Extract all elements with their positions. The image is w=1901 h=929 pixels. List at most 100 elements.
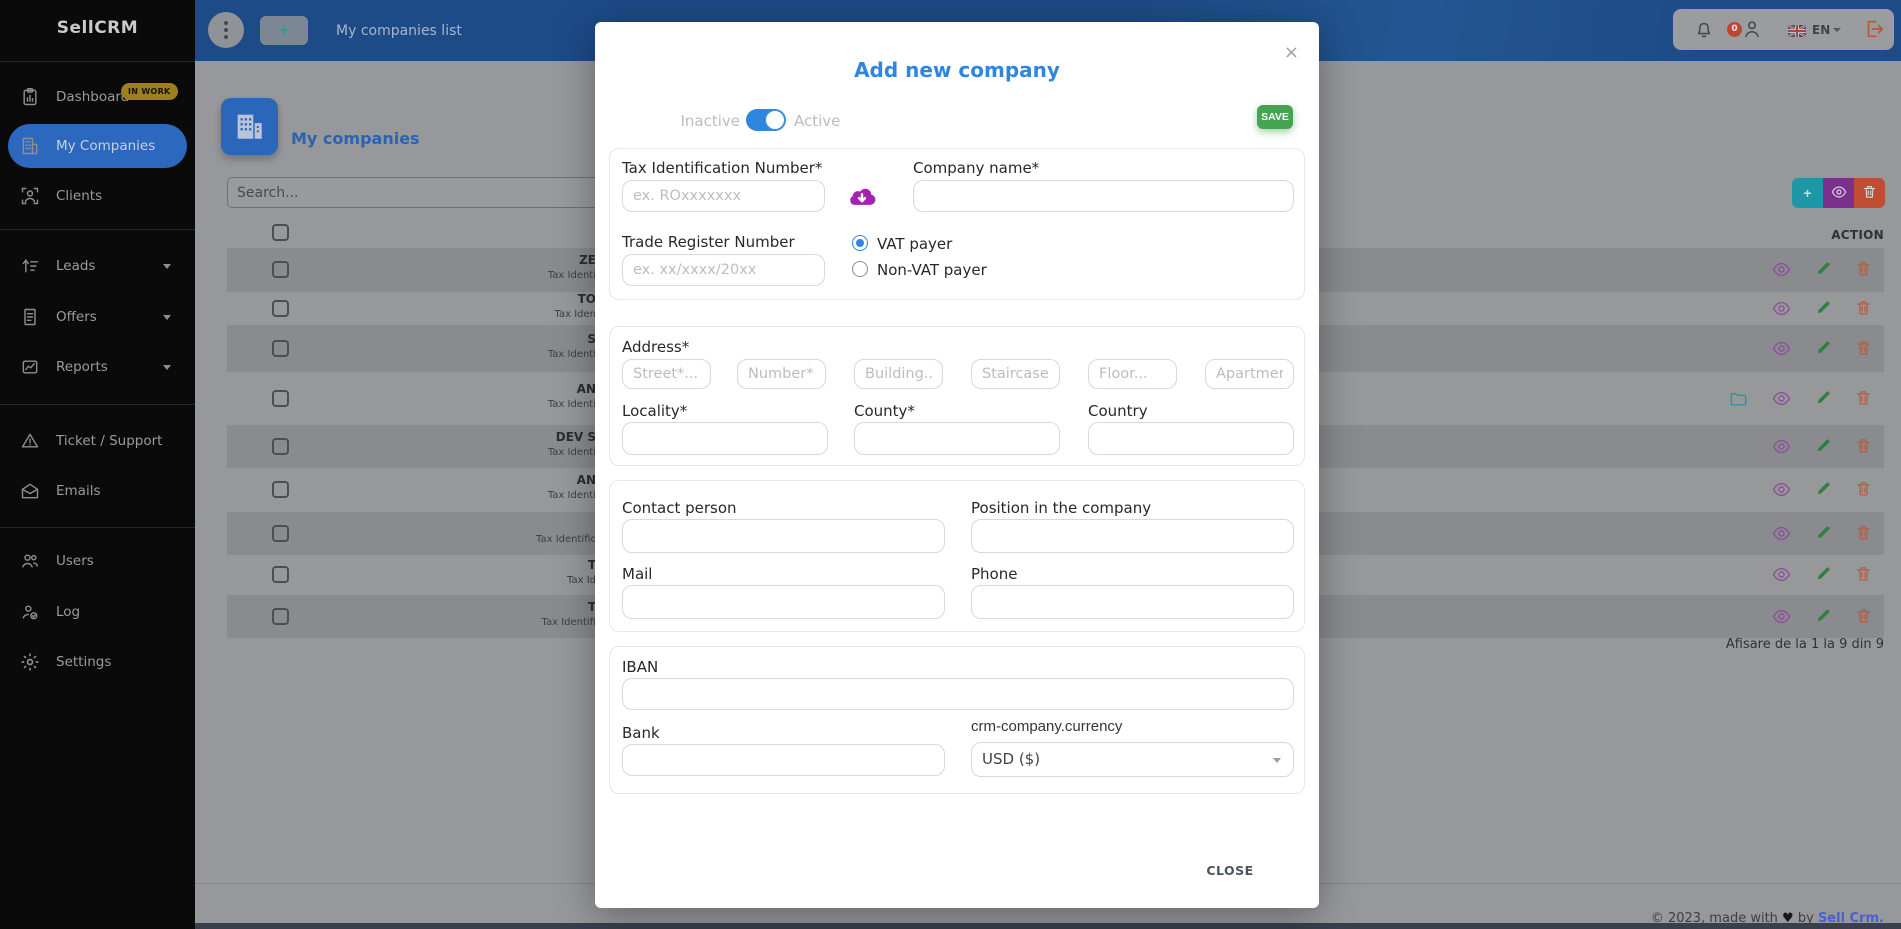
row-view-button[interactable]	[1772, 339, 1790, 357]
sidebar-item-ticket-support[interactable]: Ticket / Support	[0, 421, 195, 461]
sidebar-item-label: Emails	[56, 483, 101, 499]
sidebar-item-label: Reports	[56, 359, 108, 375]
trn-input[interactable]	[622, 254, 825, 286]
currency-select[interactable]: USD ($)	[971, 742, 1294, 777]
non-vat-payer-radio[interactable]	[852, 261, 868, 277]
row-edit-button[interactable]	[1815, 339, 1833, 357]
row-view-button[interactable]	[1772, 480, 1790, 498]
profile-button[interactable]	[1741, 18, 1763, 40]
vat-payer-label[interactable]: VAT payer	[877, 235, 952, 253]
company-tax-id: Tax Identi	[226, 490, 596, 501]
row-view-button[interactable]	[1772, 565, 1790, 583]
mail-input[interactable]	[622, 585, 945, 619]
warning-triangle-icon	[20, 431, 40, 451]
bank-input[interactable]	[622, 744, 945, 776]
cloud-download-icon[interactable]	[846, 182, 878, 213]
active-toggle[interactable]	[746, 109, 786, 131]
clients-icon	[20, 186, 40, 206]
sidebar-item-label: Clients	[56, 188, 102, 204]
row-delete-button[interactable]	[1855, 480, 1873, 498]
number-input[interactable]	[737, 359, 826, 389]
tin-input[interactable]	[622, 180, 825, 212]
building-input[interactable]	[854, 359, 943, 389]
row-edit-button[interactable]	[1815, 437, 1833, 455]
sidebar-item-emails[interactable]: Emails	[0, 471, 195, 511]
logout-button[interactable]	[1863, 18, 1885, 40]
chevron-down-icon	[163, 315, 171, 320]
sidebar-item-reports[interactable]: Reports	[0, 347, 195, 387]
row-edit-button[interactable]	[1815, 260, 1833, 278]
trn-label: Trade Register Number	[622, 233, 795, 251]
county-label: County*	[854, 402, 915, 420]
select-all-checkbox[interactable]	[272, 224, 289, 241]
locality-input[interactable]	[622, 422, 828, 455]
sidebar-item-settings[interactable]: Settings	[0, 642, 195, 682]
country-label: Country	[1088, 402, 1148, 420]
row-edit-button[interactable]	[1815, 565, 1833, 583]
row-delete-button[interactable]	[1855, 260, 1873, 278]
row-edit-button[interactable]	[1815, 299, 1833, 317]
apartment-input[interactable]	[1205, 359, 1294, 389]
company-name-input[interactable]	[913, 180, 1294, 212]
topbar-user-panel: 0 EN	[1673, 9, 1894, 50]
sidebar-item-my-companies[interactable]: My Companies	[0, 126, 195, 166]
street-input[interactable]	[622, 359, 711, 389]
sidebar-item-clients[interactable]: Clients	[0, 176, 195, 216]
address-label: Address*	[622, 338, 689, 356]
row-open-button[interactable]	[1729, 389, 1747, 407]
row-view-button[interactable]	[1772, 299, 1790, 317]
row-view-button[interactable]	[1772, 437, 1790, 455]
bulk-view-button[interactable]	[1823, 178, 1854, 208]
country-input[interactable]	[1088, 422, 1294, 455]
companies-header-icon	[221, 98, 278, 155]
row-view-button[interactable]	[1772, 524, 1790, 542]
notifications-button[interactable]: 0	[1693, 18, 1715, 40]
topbar-add-button[interactable]: +	[260, 16, 308, 45]
vat-payer-radio[interactable]	[852, 235, 868, 251]
sidebar-item-log[interactable]: Log	[0, 592, 195, 632]
company-tax-id: Tax Identific	[226, 534, 596, 545]
contact-person-label: Contact person	[622, 499, 737, 517]
floor-input[interactable]	[1088, 359, 1177, 389]
row-view-button[interactable]	[1772, 260, 1790, 278]
menu-button[interactable]	[208, 12, 244, 48]
page-title: My companies	[291, 129, 420, 148]
sidebar-item-users[interactable]: Users	[0, 541, 195, 581]
row-edit-button[interactable]	[1815, 389, 1833, 407]
row-edit-button[interactable]	[1815, 480, 1833, 498]
county-input[interactable]	[854, 422, 1060, 455]
row-view-button[interactable]	[1772, 389, 1790, 407]
position-input[interactable]	[971, 519, 1294, 553]
save-button[interactable]: SAVE	[1257, 105, 1293, 129]
bank-card: IBAN Bank crm-company.currency USD ($)	[609, 646, 1305, 794]
bulk-delete-button[interactable]	[1854, 178, 1885, 208]
iban-input[interactable]	[622, 678, 1294, 710]
sidebar-item-leads[interactable]: Leads	[0, 246, 195, 286]
row-delete-button[interactable]	[1855, 437, 1873, 455]
close-icon[interactable]: ×	[1284, 44, 1299, 62]
sidebar-item-offers[interactable]: Offers	[0, 297, 195, 337]
breadcrumb: My companies list	[336, 23, 462, 39]
row-delete-button[interactable]	[1855, 607, 1873, 625]
action-column-header: ACTION	[1744, 228, 1884, 242]
bottom-bar	[195, 923, 1901, 929]
row-delete-button[interactable]	[1855, 339, 1873, 357]
row-edit-button[interactable]	[1815, 524, 1833, 542]
sidebar-item-label: My Companies	[56, 138, 155, 154]
row-delete-button[interactable]	[1855, 565, 1873, 583]
contact-person-input[interactable]	[622, 519, 945, 553]
non-vat-payer-label[interactable]: Non-VAT payer	[877, 261, 987, 279]
row-delete-button[interactable]	[1855, 524, 1873, 542]
bulk-add-button[interactable]: +	[1792, 178, 1823, 208]
sidebar-item-dashboard[interactable]: Dashboard IN WORK	[0, 77, 195, 117]
close-button[interactable]: CLOSE	[1195, 862, 1265, 879]
row-delete-button[interactable]	[1855, 389, 1873, 407]
row-delete-button[interactable]	[1855, 299, 1873, 317]
sidebar-divider	[0, 404, 195, 405]
staircase-input[interactable]	[971, 359, 1060, 389]
mail-label: Mail	[622, 565, 652, 583]
row-edit-button[interactable]	[1815, 607, 1833, 625]
phone-input[interactable]	[971, 585, 1294, 619]
language-selector[interactable]: EN	[1812, 23, 1830, 37]
row-view-button[interactable]	[1772, 607, 1790, 625]
